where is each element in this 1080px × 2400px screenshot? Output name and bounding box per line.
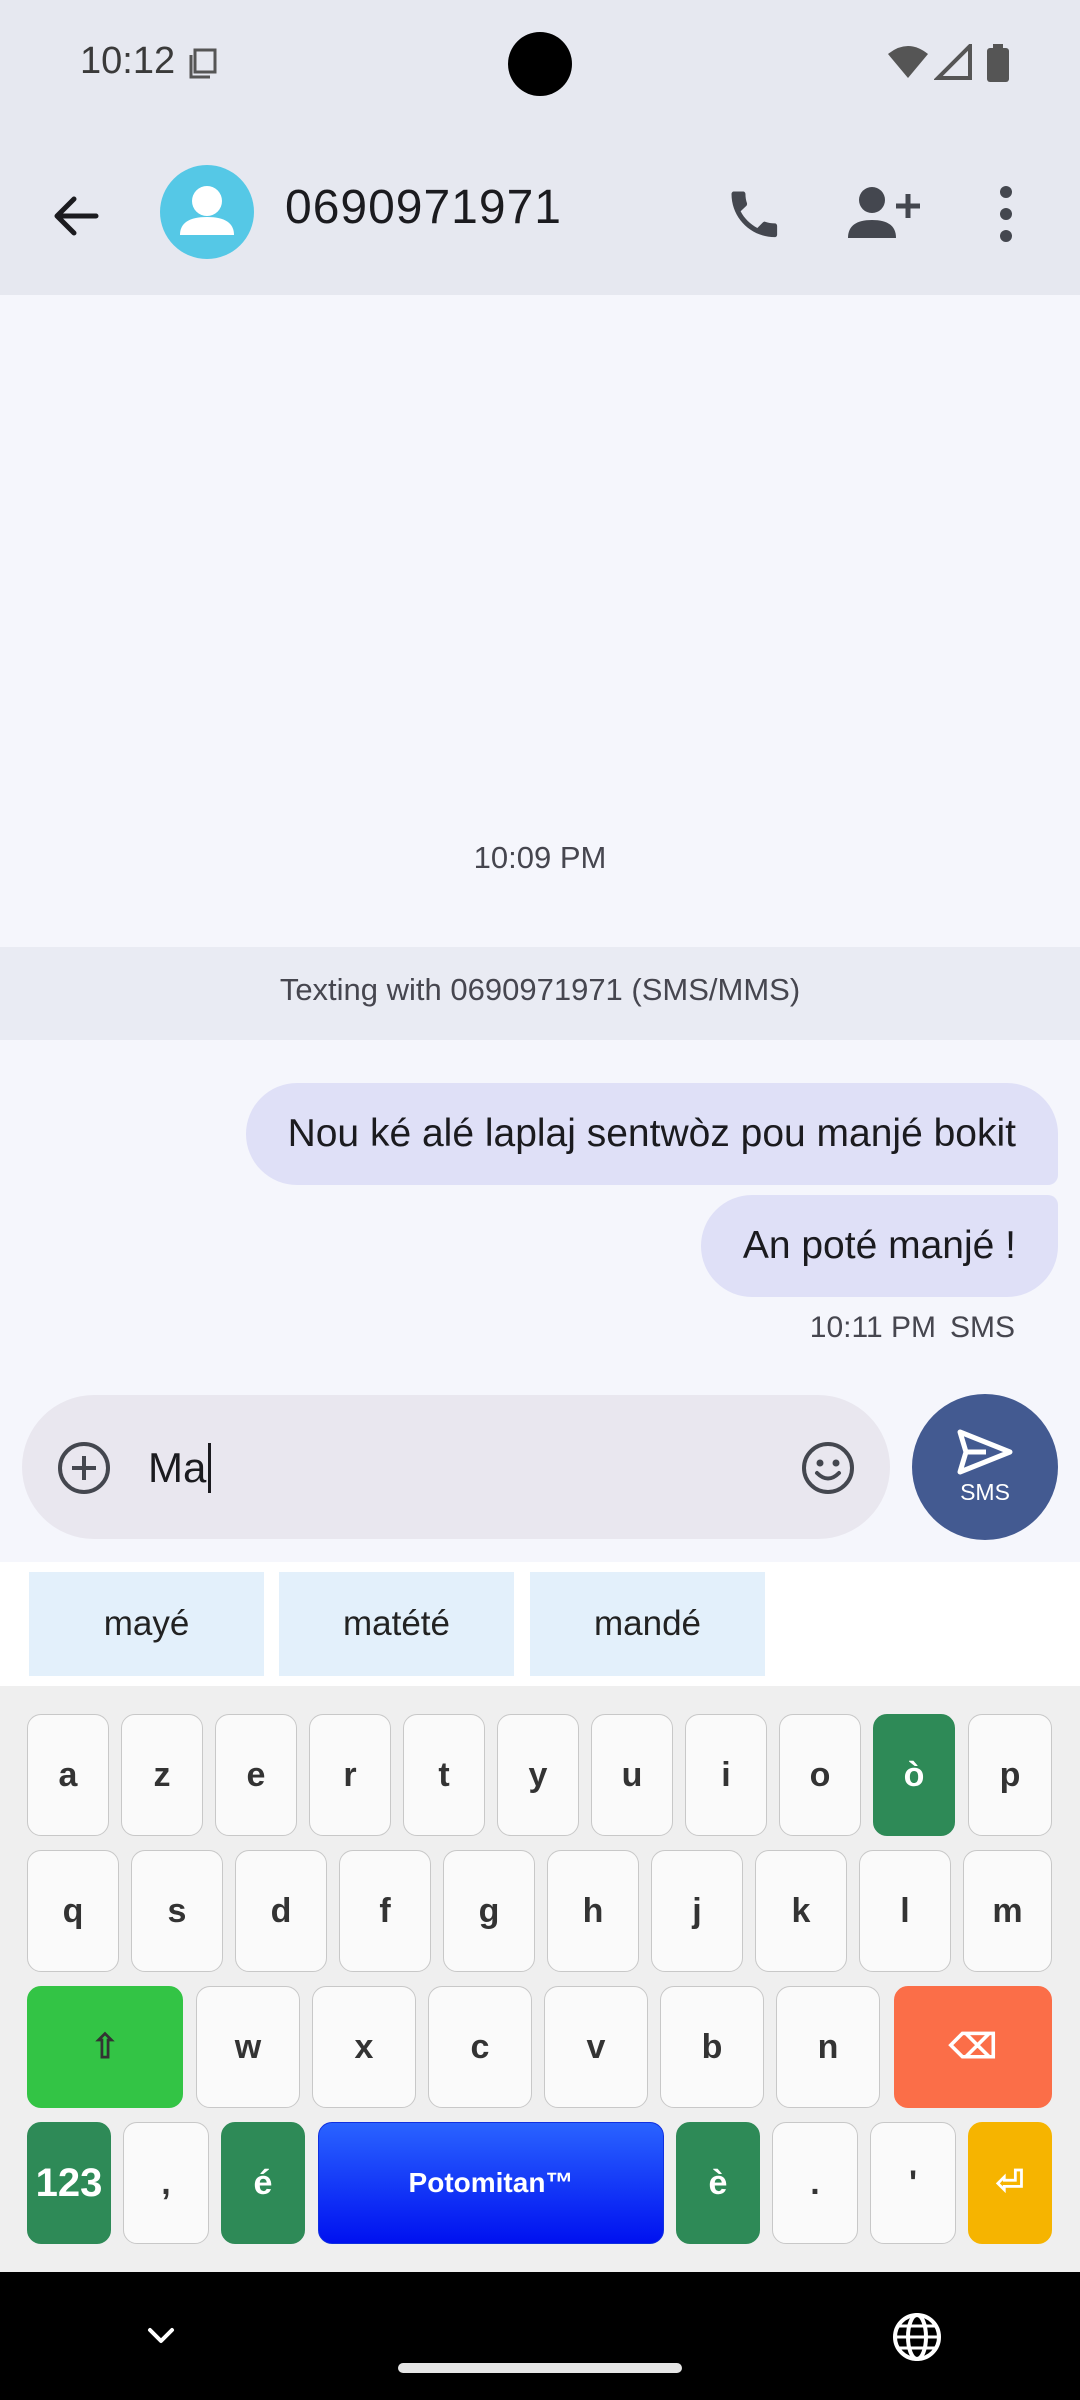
phone-icon[interactable] [716, 176, 792, 252]
message-bubble-outgoing[interactable]: Nou ké alé laplaj sentwòz pou manjé boki… [245, 1083, 1058, 1185]
key-x[interactable]: x [312, 1986, 416, 2108]
add-contact-icon[interactable] [840, 176, 924, 252]
key-f[interactable]: f [339, 1850, 431, 1972]
key-n[interactable]: n [776, 1986, 880, 2108]
period-key[interactable]: . [772, 2122, 858, 2244]
wifi-icon [888, 46, 928, 78]
cell-signal-icon [934, 44, 972, 80]
contact-avatar[interactable] [160, 165, 254, 259]
key-h[interactable]: h [547, 1850, 639, 1972]
contact-name: 0690971971 [285, 181, 562, 234]
key-t[interactable]: t [403, 1714, 485, 1836]
chevron-down-icon[interactable] [136, 2316, 186, 2356]
key-g[interactable]: g [443, 1850, 535, 1972]
suggestion-chip[interactable]: mandé [530, 1572, 765, 1676]
key-u[interactable]: u [591, 1714, 673, 1836]
home-indicator[interactable] [398, 2363, 682, 2373]
key-k[interactable]: k [755, 1850, 847, 1972]
key-e-acute[interactable]: é [221, 2122, 305, 2244]
numbers-key[interactable]: 123 [27, 2122, 111, 2244]
key-s[interactable]: s [131, 1850, 223, 1972]
shift-key[interactable]: ⇧ [27, 1986, 183, 2108]
enter-key[interactable]: ⏎ [968, 2122, 1052, 2244]
add-circle-icon[interactable] [56, 1440, 112, 1496]
key-v[interactable]: v [544, 1986, 648, 2108]
key-r[interactable]: r [309, 1714, 391, 1836]
status-time: 10:12 [80, 40, 176, 82]
message-input[interactable]: Ma [148, 1440, 212, 1496]
camera-cutout [508, 32, 572, 96]
key-m[interactable]: m [963, 1850, 1052, 1972]
message-time: 10:11 PM [809, 1311, 936, 1344]
key-j[interactable]: j [651, 1850, 743, 1972]
emoji-icon[interactable] [800, 1440, 856, 1496]
key-e-grave[interactable]: è [676, 2122, 760, 2244]
key-o-grave[interactable]: ò [873, 1714, 955, 1836]
key-e[interactable]: e [215, 1714, 297, 1836]
more-vert-icon[interactable] [970, 176, 1042, 252]
key-w[interactable]: w [196, 1986, 300, 2108]
key-o[interactable]: o [779, 1714, 861, 1836]
key-b[interactable]: b [660, 1986, 764, 2108]
suggestion-chip[interactable]: matété [279, 1572, 514, 1676]
key-z[interactable]: z [121, 1714, 203, 1836]
message-type: SMS [949, 1311, 1015, 1344]
key-l[interactable]: l [859, 1850, 951, 1972]
backspace-key[interactable]: ⌫ [894, 1986, 1052, 2108]
text-caret [208, 1443, 212, 1493]
message-status: 10:11 PM SMS [810, 1311, 1015, 1345]
key-c[interactable]: c [428, 1986, 532, 2108]
comma-key[interactable]: , [123, 2122, 209, 2244]
message-input-text: Ma [148, 1444, 207, 1491]
send-icon [957, 1429, 1013, 1475]
conversation-timestamp: 10:09 PM [473, 840, 607, 875]
key-p[interactable]: p [968, 1714, 1052, 1836]
key-y[interactable]: y [497, 1714, 579, 1836]
key-d[interactable]: d [235, 1850, 327, 1972]
key-q[interactable]: q [27, 1850, 119, 1972]
back-arrow-icon[interactable] [40, 180, 112, 252]
spacebar-key[interactable]: Potomitan™ [318, 2122, 664, 2244]
suggestion-chip[interactable]: mayé [29, 1572, 264, 1676]
globe-icon[interactable] [890, 2310, 944, 2364]
avatar-person-icon [180, 186, 234, 235]
apostrophe-key[interactable]: ' [870, 2122, 956, 2244]
screenshot-stack-icon [189, 48, 217, 79]
battery-icon [987, 44, 1009, 82]
message-bubble-outgoing[interactable]: An poté manjé ! [700, 1195, 1058, 1297]
key-i[interactable]: i [685, 1714, 767, 1836]
key-a[interactable]: a [27, 1714, 109, 1836]
texting-banner-text: Texting with 0690971971 (SMS/MMS) [279, 972, 801, 1007]
send-button-label: SMS [960, 1479, 1010, 1505]
